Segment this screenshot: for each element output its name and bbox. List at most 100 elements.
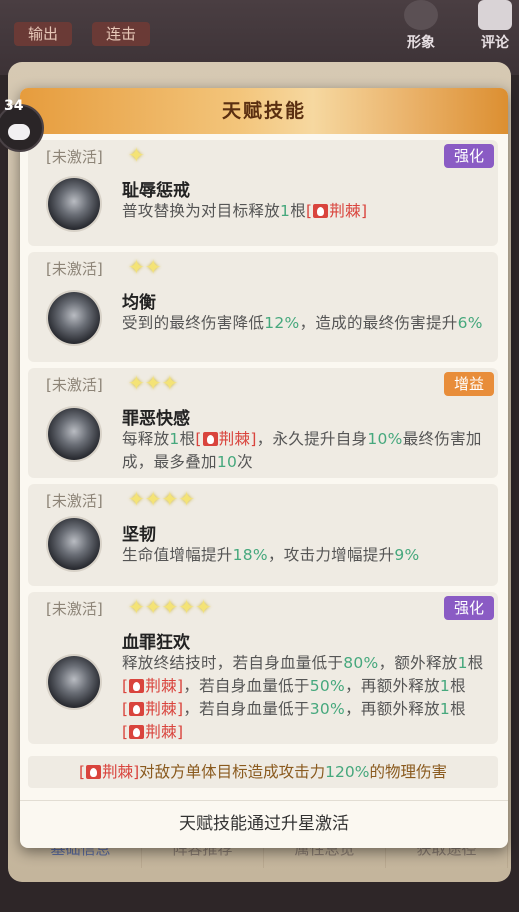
desc-text: 生命值增幅提升 [122, 546, 233, 564]
desc-text: ，造成的最终伤害提升 [299, 314, 458, 332]
thorn-icon [129, 725, 145, 739]
thorn-reference[interactable]: [荆棘] [122, 700, 183, 718]
star-icon: ✦ [195, 595, 212, 619]
skill-icon[interactable] [48, 518, 100, 570]
star-icon: ✦ [128, 371, 145, 395]
skill-name: 坚韧 [122, 525, 156, 545]
footnote: [荆棘]对敌方单体目标造成攻击力120%的物理伤害 [28, 756, 498, 788]
skill-card: [未激活] ✦ 强化耻辱惩戒 普攻替换为对目标释放1根[荆棘] [28, 140, 498, 246]
star-icon: ✦ [128, 143, 145, 167]
skill-description: 每释放1根[荆棘]，永久提升自身10%最终伤害加成，最多叠加10次 [122, 428, 492, 474]
footnote-ref: [荆棘] [79, 763, 140, 781]
skill-card: [未激活] ✦ ✦ ✦ 增益 罪恶快感 每释放1根[荆棘]，永久提升自身10%最终伤害加成，… [28, 368, 498, 478]
thorn-reference[interactable]: [荆棘] [122, 723, 183, 741]
desc-text: 次 [237, 453, 253, 471]
skill-tag: 强化 [443, 144, 494, 168]
avatar-icon [8, 124, 30, 140]
thorn-reference[interactable]: [荆棘] [306, 202, 367, 220]
footnote-text: 对敌方单体目标造成攻击力 [139, 763, 326, 781]
desc-text: 释放终结技时，若自身血量低于 [122, 654, 344, 672]
star-icon: ✦ [128, 255, 145, 279]
appearance-label: 形象 [407, 35, 435, 51]
skill-icon[interactable] [48, 656, 100, 708]
modal-footer: 天赋技能通过升星激活 [20, 800, 508, 847]
skill-tag: 强化 [443, 596, 494, 620]
modal-title: 天赋技能 [20, 88, 508, 134]
comment-label: 评论 [481, 35, 509, 51]
talent-skill-modal: 天赋技能 [未激活] ✦ 强化 耻辱惩戒 普攻替换为对目标释放1根[荆棘] [未激活] ✦ ✦… [20, 88, 508, 848]
desc-text: ，若自身血量低于 [183, 700, 310, 718]
star-icon: ✦ [161, 595, 179, 619]
desc-value: 10% [367, 430, 403, 448]
desc-text: 根 [450, 677, 466, 695]
tab-output[interactable]: 输出 [14, 22, 73, 46]
star-icon: ✦ [144, 371, 162, 395]
star-rating: ✦ [128, 144, 145, 166]
desc-value: 1 [439, 700, 451, 718]
skill-card: [未激活] ✦ ✦ 均衡 受到的最终伤害降低12%，造成的最终伤害提升6% [28, 252, 498, 362]
desc-text: ，再额外释放 [345, 677, 440, 695]
star-rating: ✦ ✦ ✦ ✦ [128, 488, 195, 510]
appearance-icon [404, 0, 438, 30]
desc-text: ，额外释放 [378, 654, 458, 672]
skill-description: 受到的最终伤害降低12%，造成的最终伤害提升6% [122, 312, 492, 335]
skill-name: 均衡 [122, 293, 156, 313]
skill-status: [未激活] [46, 148, 103, 166]
thorn-icon [129, 702, 145, 716]
star-rating: ✦ ✦ ✦ ✦ ✦ [128, 596, 212, 618]
skill-description: 生命值增幅提升18%，攻击力增幅提升9% [122, 544, 492, 567]
desc-value: 1 [457, 654, 468, 672]
thorn-icon [313, 204, 329, 218]
skill-card: [未激活] ✦ ✦ ✦ ✦ 坚韧 生命值增幅提升18%，攻击力增幅提升9% [28, 484, 498, 586]
skill-icon[interactable] [48, 408, 100, 460]
skill-card: [未激活] ✦ ✦ ✦ ✦ ✦ 强化 血罪狂欢 释放终结技时，若自身血量低于80%，额外释放1根… [28, 592, 498, 744]
footnote-value: 120% [325, 763, 370, 781]
star-icon: ✦ [128, 595, 145, 619]
desc-value: 1 [169, 430, 180, 448]
level-number: 34 [4, 98, 24, 114]
star-icon: ✦ [161, 487, 179, 511]
skill-name: 罪恶快感 [122, 409, 190, 429]
desc-value: 18% [232, 546, 268, 564]
skill-tag: 增益 [443, 372, 494, 396]
comment-icon [478, 0, 512, 30]
skill-status: [未激活] [46, 600, 103, 618]
desc-text: 根 [467, 654, 484, 672]
star-rating: ✦ ✦ ✦ [128, 372, 178, 394]
skill-status: [未激活] [46, 260, 103, 278]
footnote-text-after: 的物理伤害 [369, 763, 447, 781]
desc-text: 根 [290, 202, 306, 220]
appearance-button[interactable]: 形象 [396, 0, 446, 52]
thorn-reference[interactable]: [荆棘] [195, 430, 256, 448]
skill-status: [未激活] [46, 492, 103, 510]
skill-icon[interactable] [48, 178, 100, 230]
desc-text: 每释放 [122, 430, 170, 448]
desc-value: 6% [457, 314, 483, 332]
desc-value: 9% [394, 546, 420, 564]
star-icon: ✦ [128, 487, 145, 511]
star-rating: ✦ ✦ [128, 256, 162, 278]
star-icon: ✦ [178, 595, 196, 619]
tab-combo[interactable]: 连击 [92, 22, 151, 46]
desc-text: 根 [179, 430, 196, 448]
skill-icon[interactable] [48, 292, 100, 344]
desc-text: 受到的最终伤害降低 [122, 314, 265, 332]
desc-value: 12% [264, 314, 300, 332]
desc-text: ，永久提升自身 [256, 430, 368, 448]
desc-text: ，若自身血量低于 [183, 677, 310, 695]
comment-button[interactable]: 评论 [470, 0, 519, 52]
skill-description: 释放终结技时，若自身血量低于80%，额外释放1根[荆棘]，若自身血量低于50%，… [122, 652, 492, 744]
skill-name: 耻辱惩戒 [122, 181, 190, 201]
desc-value: 30% [309, 700, 346, 718]
thorn-icon [86, 765, 102, 779]
skill-status: [未激活] [46, 376, 103, 394]
star-icon: ✦ [144, 487, 162, 511]
skill-description: 普攻替换为对目标释放1根[荆棘] [122, 200, 492, 223]
desc-value: 50% [309, 677, 346, 695]
thorn-icon [129, 679, 145, 693]
thorn-reference[interactable]: [荆棘] [122, 677, 183, 695]
thorn-icon [202, 432, 218, 446]
desc-text: 根 [450, 700, 466, 718]
desc-value: 10 [216, 453, 238, 471]
desc-text: 普攻替换为对目标释放 [122, 202, 281, 220]
